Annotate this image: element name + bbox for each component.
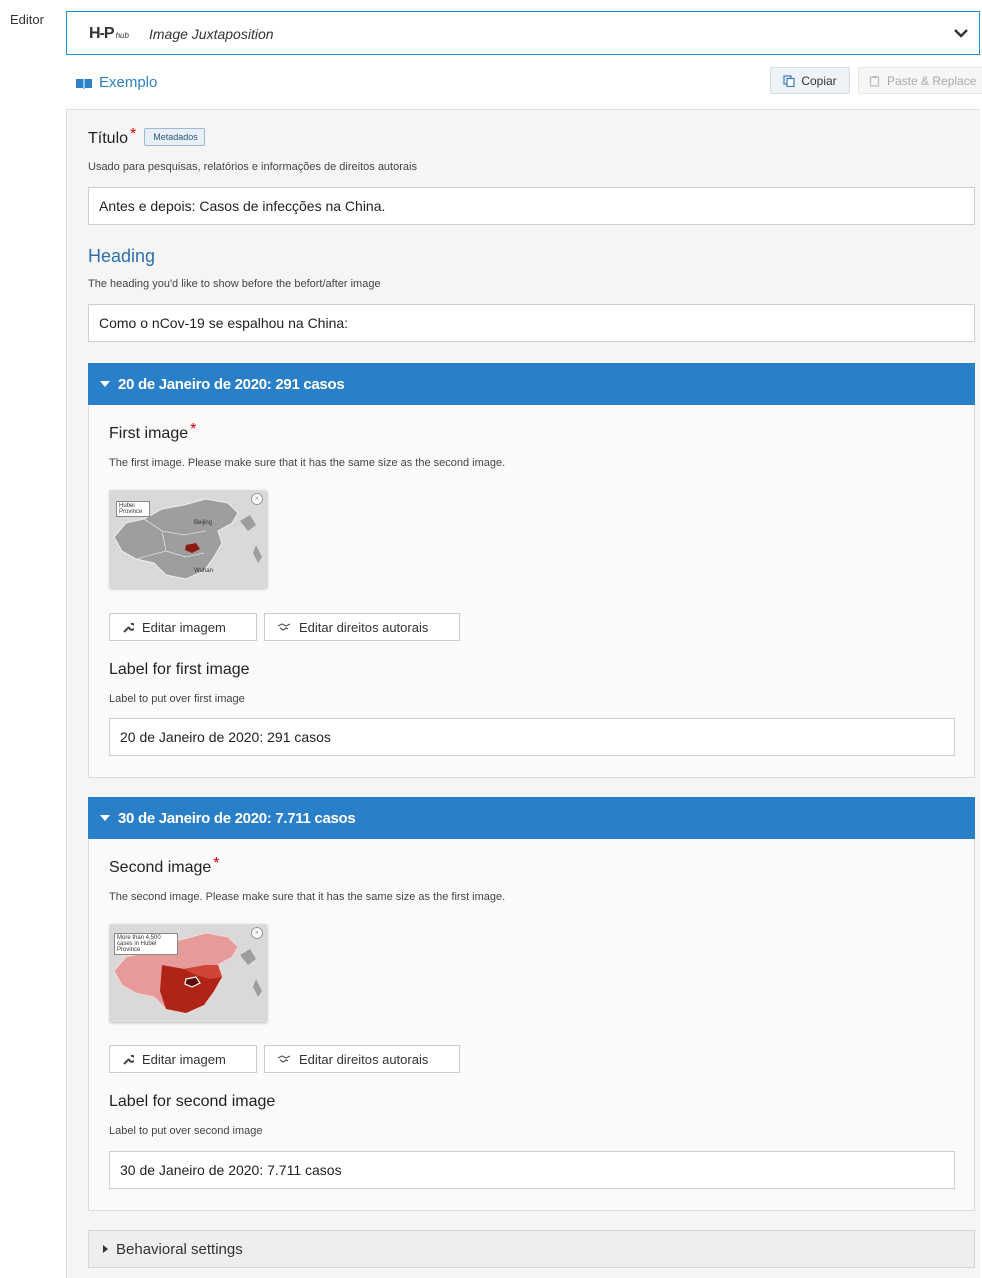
title-input[interactable]: Antes e depois: Casos de infecções na Ch… — [88, 187, 975, 225]
heading-input[interactable]: Como o nCov-19 se espalhou na China: — [88, 304, 975, 342]
chevron-down-icon[interactable] — [951, 23, 971, 43]
edit-copyright-button[interactable]: Editar direitos autorais — [264, 613, 460, 641]
second-image-thumbnail[interactable]: More than 4,500 cases in Hubei Province … — [109, 924, 266, 1022]
edit-image-button[interactable]: Editar imagem — [109, 1045, 257, 1073]
library-selector[interactable]: H-P hub Image Juxtaposition — [66, 11, 980, 55]
map-box-label: Hubei Province — [116, 501, 150, 517]
map-city-label: Beijing — [194, 520, 213, 526]
group-header-first[interactable]: 20 de Janeiro de 2020: 291 casos — [88, 363, 975, 405]
copy-button[interactable]: Copiar — [770, 67, 850, 94]
h5p-logo: H-P hub — [89, 25, 129, 42]
wrench-icon — [123, 1054, 134, 1065]
caret-down-icon — [100, 815, 110, 821]
copy-icon — [783, 74, 795, 87]
caret-right-icon — [103, 1245, 108, 1253]
second-label-input[interactable]: 30 de Janeiro de 2020: 7.711 casos — [109, 1151, 955, 1189]
first-image-thumbnail[interactable]: Hubei Province Beijing Wuhan × — [109, 490, 266, 588]
second-image-header: Second image * — [109, 855, 220, 876]
edit-copyright-button[interactable]: Editar direitos autorais — [264, 1045, 460, 1073]
book-icon — [76, 78, 92, 89]
first-label-label: Label for first image — [109, 661, 250, 678]
example-link[interactable]: Exemplo — [75, 74, 157, 91]
second-label-label: Label for second image — [109, 1093, 276, 1110]
handshake-icon — [277, 1055, 291, 1063]
second-image-description: The second image. Please make sure that … — [109, 891, 506, 903]
example-label: Exemplo — [99, 74, 158, 91]
first-image-description: The first image. Please make sure that i… — [109, 457, 506, 469]
map-box-label: More than 4,500 cases in Hubei Province — [114, 933, 178, 955]
map-city-label: Wuhan — [194, 568, 213, 574]
second-label-description: Label to put over second image — [109, 1125, 263, 1137]
title-description: Usado para pesquisas, relatórios e infor… — [88, 161, 417, 173]
group-body-first: First image * The first image. Please mak… — [88, 405, 975, 778]
required-asterisk: * — [190, 421, 197, 438]
remove-image-icon[interactable]: × — [251, 927, 263, 939]
metadata-button[interactable]: Metadados — [144, 128, 205, 146]
required-asterisk: * — [213, 855, 220, 872]
first-image-header: First image * — [109, 421, 197, 442]
library-title: Image Juxtaposition — [149, 26, 274, 42]
required-asterisk: * — [130, 126, 137, 144]
paste-icon — [869, 75, 880, 87]
heading-label: Heading — [88, 246, 156, 266]
first-label-input[interactable]: 20 de Janeiro de 2020: 291 casos — [109, 718, 955, 756]
edit-image-button[interactable]: Editar imagem — [109, 613, 257, 641]
title-label: Título — [88, 130, 129, 148]
group-body-second: Second image * The second image. Please m… — [88, 839, 975, 1211]
handshake-icon — [277, 623, 291, 631]
editor-label: Editor — [10, 12, 44, 27]
first-label-description: Label to put over first image — [109, 693, 245, 705]
remove-image-icon[interactable]: × — [251, 493, 263, 505]
behavioral-settings-toggle[interactable]: Behavioral settings — [88, 1230, 975, 1268]
wrench-icon — [123, 622, 134, 633]
heading-description: The heading you'd like to show before th… — [88, 278, 381, 290]
title-field-header: Título * Metadados — [88, 126, 205, 148]
caret-down-icon — [100, 381, 110, 387]
group-header-second[interactable]: 30 de Janeiro de 2020: 7.711 casos — [88, 797, 975, 839]
editor-form: Título * Metadados Usado para pesquisas, r… — [66, 109, 980, 1278]
paste-replace-button[interactable]: Paste & Replace — [858, 67, 982, 94]
